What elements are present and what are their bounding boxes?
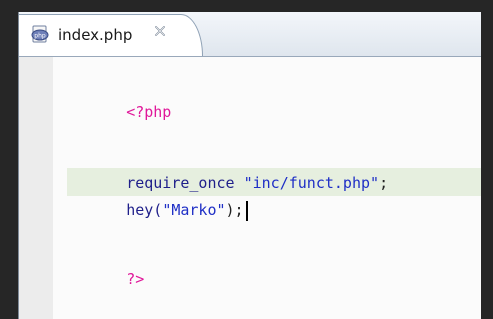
- name-argument-string: "Marko": [162, 201, 226, 219]
- php-close-tag: ?>: [126, 270, 145, 288]
- tab-label: index.php: [58, 26, 133, 44]
- editor-gutter: [19, 57, 53, 319]
- svg-text:php: php: [34, 33, 46, 40]
- php-open-tag: <?php: [126, 103, 172, 121]
- code-line-4: hey("Marko");: [72, 168, 248, 221]
- php-file-icon: php: [31, 25, 49, 43]
- close-icon[interactable]: [152, 23, 168, 39]
- code-line-3: require_once "inc/funct.php";: [72, 141, 388, 192]
- editor-tab-bar: php index.php: [19, 12, 481, 57]
- include-path-string: "inc/funct.php": [243, 174, 380, 192]
- code-line-1: <?php: [72, 70, 171, 121]
- code-editor[interactable]: <?php require_once "inc/funct.php"; hey(…: [19, 57, 481, 319]
- hey-function-call: hey(: [126, 201, 163, 219]
- semicolon: ;: [379, 174, 389, 192]
- text-caret: [245, 200, 248, 221]
- editor-window: php index.php <?php require_once "inc/fu…: [18, 12, 481, 319]
- call-end: );: [225, 201, 244, 219]
- code-line-6: ?>: [72, 237, 144, 288]
- tab-index-php[interactable]: php index.php: [19, 14, 203, 56]
